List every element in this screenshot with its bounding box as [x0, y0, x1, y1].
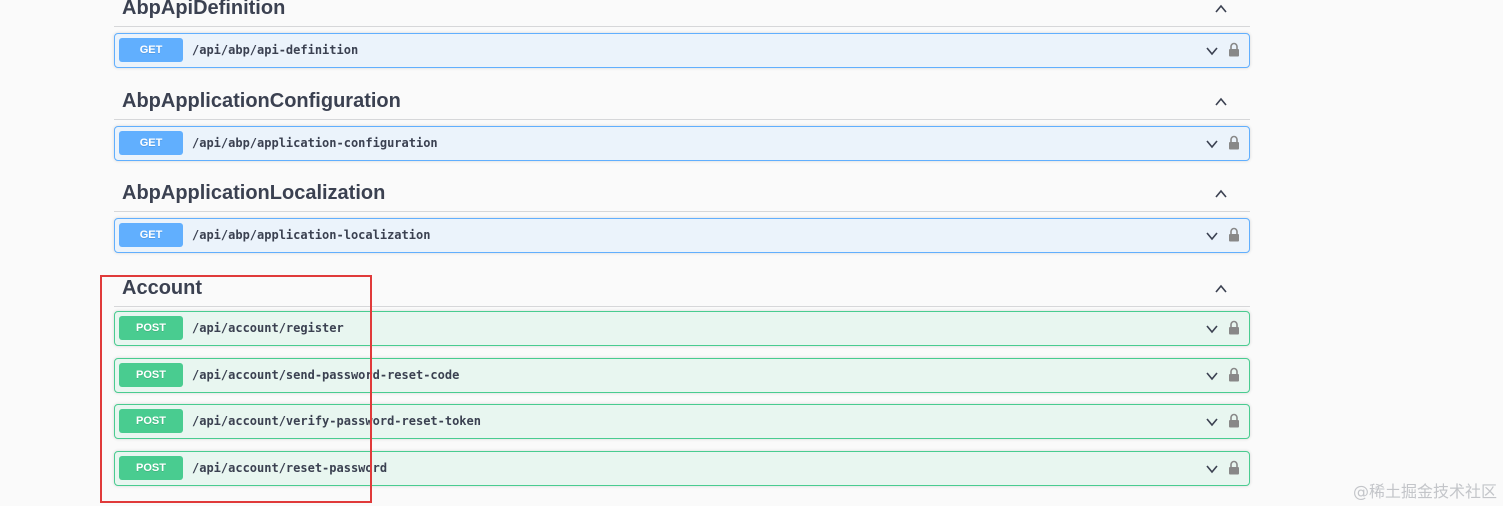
lock-icon[interactable]: [1228, 227, 1240, 242]
section-title: AbpApplicationLocalization: [122, 182, 386, 204]
section-abpapplicationlocalization: AbpApplicationLocalization GET /api/abp/…: [114, 175, 1250, 253]
chevron-down-icon[interactable]: [1205, 44, 1219, 58]
chevron-up-icon[interactable]: [1214, 95, 1228, 109]
method-badge: GET: [119, 223, 183, 247]
method-badge: GET: [119, 131, 183, 155]
operation-path: /api/abp/application-localization: [192, 228, 431, 242]
chevron-up-icon[interactable]: [1214, 282, 1228, 296]
highlight-box: [100, 275, 372, 503]
operation-get-application-localization[interactable]: GET /api/abp/application-localization: [114, 218, 1250, 253]
lock-icon[interactable]: [1228, 42, 1240, 57]
operation-path: /api/abp/application-configuration: [192, 136, 438, 150]
chevron-up-icon[interactable]: [1214, 2, 1228, 16]
lock-icon[interactable]: [1228, 413, 1240, 428]
section-header[interactable]: AbpApplicationLocalization: [114, 175, 1250, 212]
operation-get-api-definition[interactable]: GET /api/abp/api-definition: [114, 33, 1250, 68]
lock-icon[interactable]: [1228, 460, 1240, 475]
method-badge: GET: [119, 38, 183, 62]
chevron-down-icon[interactable]: [1205, 137, 1219, 151]
chevron-down-icon[interactable]: [1205, 322, 1219, 336]
chevron-down-icon[interactable]: [1205, 415, 1219, 429]
section-header[interactable]: AbpApiDefinition: [114, 0, 1250, 27]
lock-icon[interactable]: [1228, 367, 1240, 382]
section-header[interactable]: AbpApplicationConfiguration: [114, 83, 1250, 120]
section-abpapplicationconfiguration: AbpApplicationConfiguration GET /api/abp…: [114, 83, 1250, 161]
section-abpapidefinition: AbpApiDefinition GET /api/abp/api-defini…: [114, 0, 1250, 68]
operation-path: /api/abp/api-definition: [192, 43, 359, 57]
operation-get-application-configuration[interactable]: GET /api/abp/application-configuration: [114, 126, 1250, 161]
chevron-down-icon[interactable]: [1205, 462, 1219, 476]
lock-icon[interactable]: [1228, 320, 1240, 335]
lock-icon[interactable]: [1228, 135, 1240, 150]
section-title: AbpApiDefinition: [122, 0, 286, 19]
watermark: @稀土掘金技术社区: [1352, 482, 1497, 501]
chevron-down-icon[interactable]: [1205, 369, 1219, 383]
chevron-down-icon[interactable]: [1205, 229, 1219, 243]
section-title: AbpApplicationConfiguration: [122, 90, 401, 112]
chevron-up-icon[interactable]: [1214, 187, 1228, 201]
